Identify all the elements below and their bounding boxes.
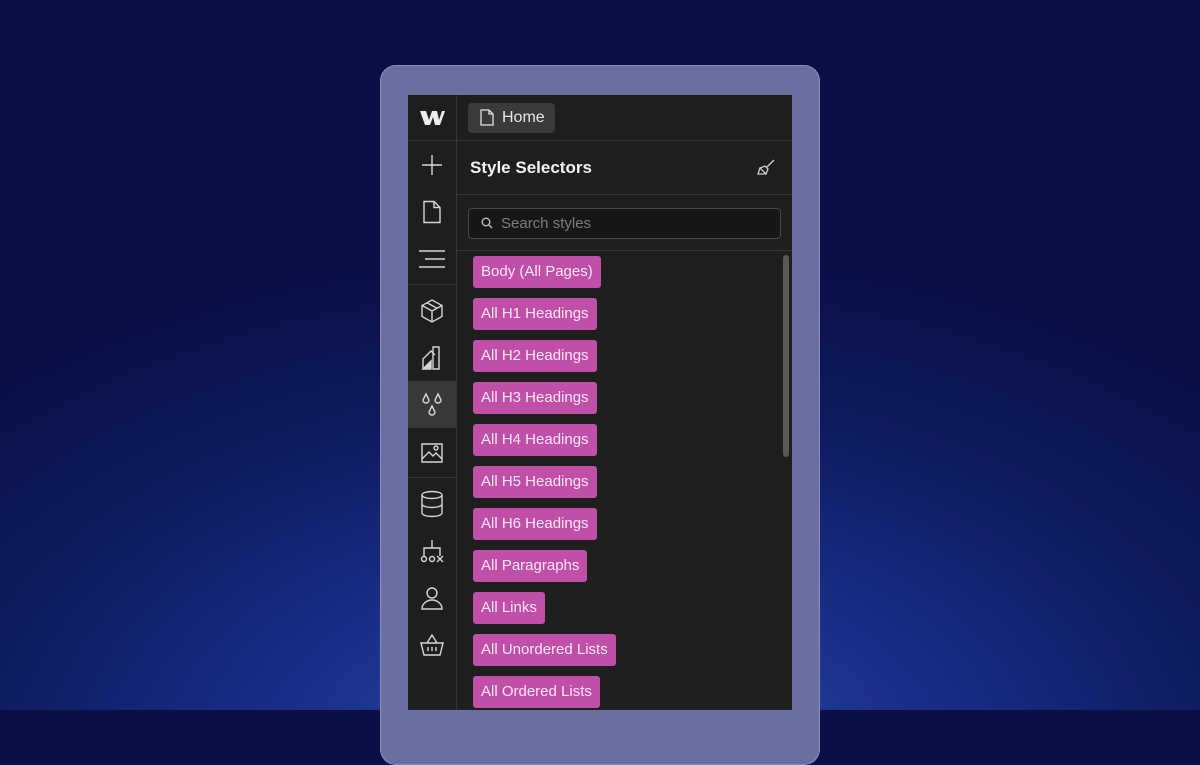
selector-chip[interactable]: All H2 Headings [473, 340, 597, 372]
selector-chip[interactable]: All Unordered Lists [473, 634, 616, 666]
style-selectors-button[interactable] [408, 381, 456, 428]
assets-button[interactable] [408, 428, 456, 475]
add-elements-button[interactable] [408, 141, 456, 188]
search-icon [481, 217, 493, 229]
cms-button[interactable] [408, 480, 456, 527]
selector-chip[interactable]: All H3 Headings [473, 382, 597, 414]
selector-chip[interactable]: All Ordered Lists [473, 676, 600, 708]
webflow-logo[interactable] [408, 95, 456, 141]
ecommerce-icon [420, 633, 444, 656]
search-area [457, 196, 792, 251]
variables-icon [421, 345, 440, 370]
logic-icon [420, 539, 444, 562]
toolbar-divider [408, 477, 456, 478]
page-tab-label: Home [502, 108, 545, 126]
components-button[interactable] [408, 287, 456, 334]
designer-window: Home Style Selectors Body (All Pages) Al… [408, 95, 792, 710]
webflow-logo-icon [420, 110, 445, 125]
logic-button[interactable] [408, 527, 456, 574]
navigator-button[interactable] [408, 235, 456, 282]
scrollbar[interactable] [781, 252, 791, 710]
selector-list: Body (All Pages) All H1 Headings All H2 … [473, 256, 773, 710]
pages-icon [423, 200, 441, 223]
style-selectors-icon [422, 391, 442, 416]
users-button[interactable] [408, 574, 456, 621]
panel-title: Style Selectors [470, 157, 592, 177]
selector-chip[interactable]: All H6 Headings [473, 508, 597, 540]
cms-icon [421, 490, 443, 517]
components-icon [421, 298, 443, 323]
selector-chip[interactable]: All H1 Headings [473, 298, 597, 330]
broom-icon[interactable] [756, 158, 776, 178]
users-icon [421, 586, 443, 610]
selector-chip[interactable]: All H4 Headings [473, 424, 597, 456]
panel-header: Style Selectors [457, 141, 792, 195]
page-icon [480, 109, 494, 126]
add-icon [422, 154, 442, 175]
scrollbar-thumb[interactable] [783, 255, 789, 457]
toolbar-divider [408, 284, 456, 285]
selector-chip[interactable]: All H5 Headings [473, 466, 597, 498]
ecommerce-button[interactable] [408, 621, 456, 668]
search-input[interactable] [501, 214, 761, 232]
left-toolbar [408, 95, 457, 710]
page-selector-button[interactable]: Home [468, 102, 555, 133]
selector-chip[interactable]: Body (All Pages) [473, 256, 601, 288]
assets-icon [421, 442, 443, 463]
selector-chip[interactable]: All Links [473, 592, 545, 624]
top-bar: Home [457, 95, 792, 141]
search-box[interactable] [468, 207, 781, 239]
variables-button[interactable] [408, 334, 456, 381]
pages-button[interactable] [408, 188, 456, 235]
navigator-icon [419, 249, 445, 268]
selector-chip[interactable]: All Paragraphs [473, 550, 588, 582]
